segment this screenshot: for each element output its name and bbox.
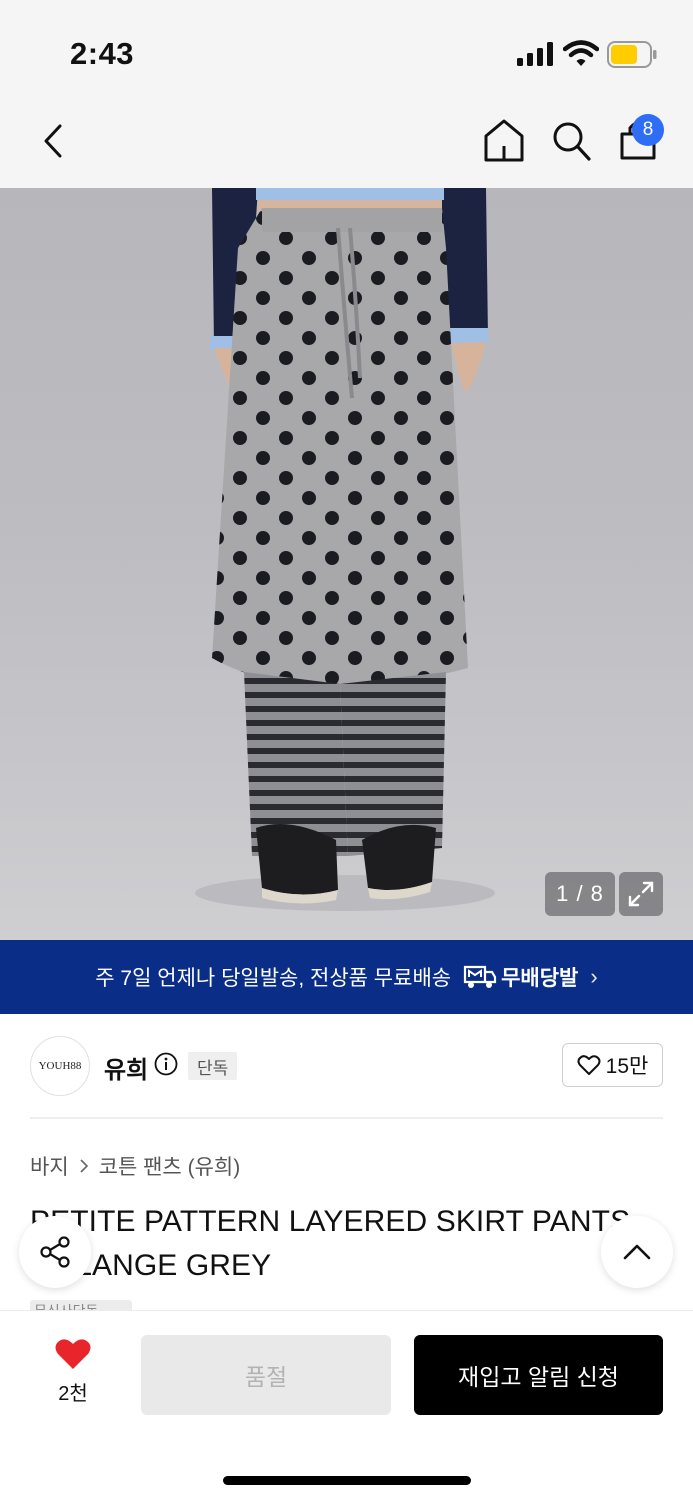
info-icon[interactable] (154, 1052, 178, 1076)
banner-text: 주 7일 언제나 당일발송, 전상품 무료배송 (95, 967, 452, 990)
brand-like-button[interactable]: 15만 (562, 1043, 663, 1087)
soldout-button[interactable]: 품절 (141, 1335, 391, 1415)
signal-icon (517, 42, 553, 66)
brand-logo[interactable]: YOUH88 (30, 1036, 90, 1096)
breadcrumb-subcategory[interactable]: 코튼 팬츠 (유희) (99, 1151, 241, 1181)
breadcrumb: 바지 코튼 팬츠 (유희) (30, 1151, 240, 1181)
divider (30, 1117, 663, 1119)
brand-name[interactable]: 유희 (104, 1050, 148, 1085)
heart-icon (55, 1339, 91, 1369)
wishlist-button[interactable]: 2천 (40, 1337, 106, 1407)
banner-logo-label: 무배당발 (501, 967, 579, 990)
back-button[interactable] (30, 118, 76, 164)
heart-outline-icon (577, 1055, 601, 1075)
chevron-up-icon (623, 1244, 651, 1260)
expand-icon (628, 881, 654, 907)
product-photo (195, 188, 495, 911)
share-button[interactable] (19, 1216, 91, 1288)
delivery-truck-icon (463, 965, 497, 988)
share-icon (40, 1236, 70, 1268)
restock-alert-button[interactable]: 재입고 알림 신청 (414, 1335, 663, 1415)
search-icon[interactable] (547, 116, 595, 166)
image-counter: 1 / 8 (545, 872, 615, 916)
banner-logo: 무배당발 (463, 962, 578, 992)
status-time: 2:43 (70, 36, 135, 71)
chevron-right-icon: › (590, 964, 598, 989)
battery-icon (607, 41, 657, 68)
product-title: PETITE PATTERN LAYERED SKIRT PANTS MELAN… (30, 1205, 631, 1282)
brand-like-count: 15만 (605, 1055, 649, 1078)
status-bar: 2:43 (0, 0, 693, 100)
cart-count-badge: 8 (632, 114, 664, 146)
home-icon[interactable] (480, 116, 528, 166)
wishlist-count: 2천 (58, 1383, 88, 1405)
scroll-top-button[interactable] (601, 1216, 673, 1288)
exclusive-tag: 단독 (188, 1052, 238, 1080)
home-indicator (223, 1476, 471, 1485)
chevron-right-icon (80, 1159, 88, 1173)
bottom-action-bar: 2천 품절 재입고 알림 신청 (0, 1310, 693, 1500)
wifi-icon (563, 40, 599, 66)
nav-bar (0, 100, 693, 188)
product-image[interactable] (0, 188, 693, 940)
chevron-left-icon (44, 124, 62, 158)
free-shipping-banner[interactable]: 주 7일 언제나 당일발송, 전상품 무료배송 무배당발 › (0, 940, 693, 1014)
brand-row: YOUH88 유희 단독 15만 (30, 1036, 663, 1096)
expand-button[interactable] (619, 872, 663, 916)
breadcrumb-category[interactable]: 바지 (30, 1151, 69, 1181)
